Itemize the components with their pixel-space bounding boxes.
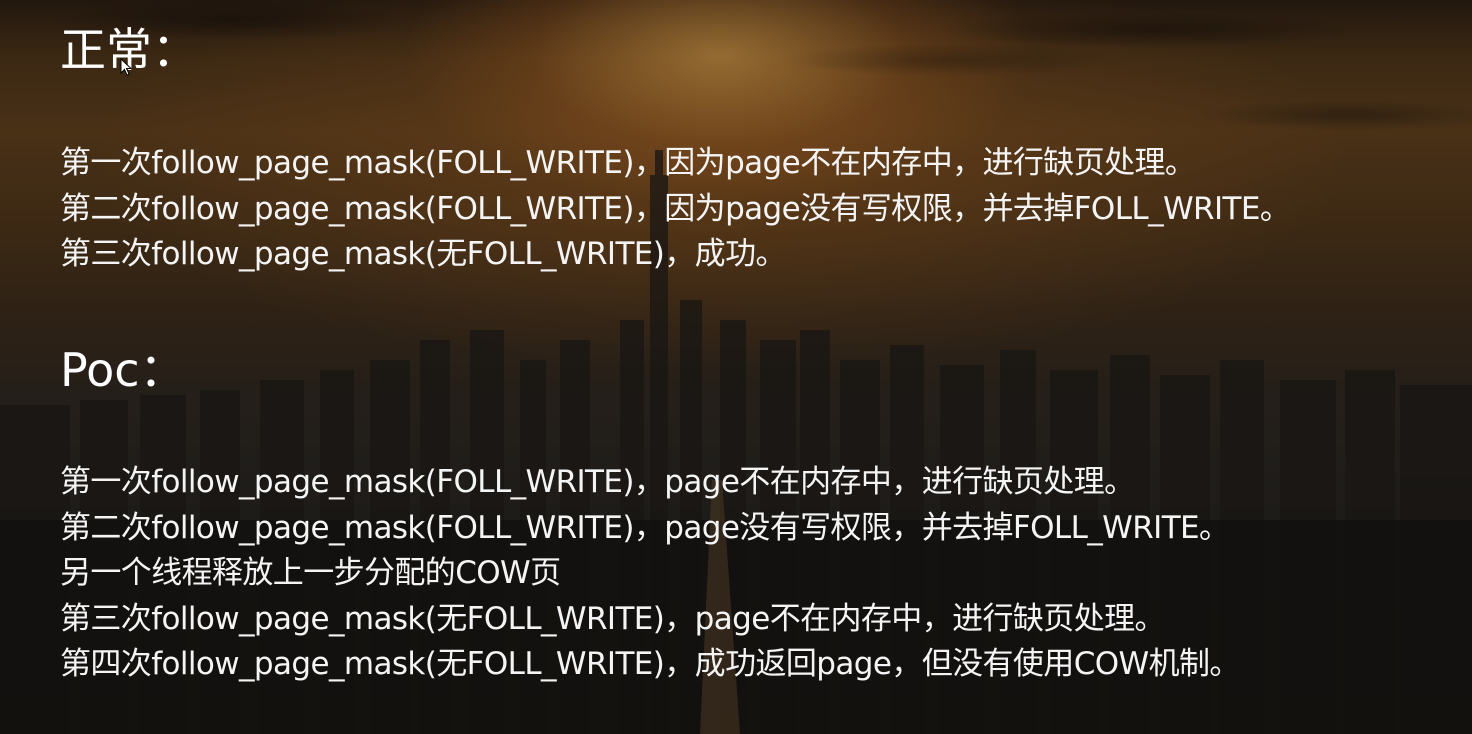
poc-step-5: 第四次follow_page_mask(无FOLL_WRITE)，成功返回pag… [60,646,1240,682]
heading-poc: Poc： [60,343,186,397]
normal-step-2: 第二次follow_page_mask(FOLL_WRITE)，因为page没有… [60,190,1291,227]
poc-step-1: 第一次follow_page_mask(FOLL_WRITE)，page不在内存… [60,464,1135,500]
normal-step-3: 第三次follow_page_mask(无FOLL_WRITE)，成功。 [60,236,786,272]
slide-content: 正常： 第一次follow_page_mask(FOLL_WRITE)，因为pa… [0,0,1472,734]
normal-steps-list: 第一次follow_page_mask(FOLL_WRITE)，因为page不在… [60,141,1291,278]
normal-step-1: 第一次follow_page_mask(FOLL_WRITE)，因为page不在… [60,145,1196,181]
mouse-pointer-icon [120,58,132,76]
poc-step-4: 第三次follow_page_mask(无FOLL_WRITE)，page不在内… [60,600,1165,637]
poc-step-2: 第二次follow_page_mask(FOLL_WRITE)，page没有写权… [60,509,1230,546]
poc-steps-list: 第一次follow_page_mask(FOLL_WRITE)，page不在内存… [60,460,1240,688]
poc-step-3: 另一个线程释放上一步分配的COW页 [60,555,561,591]
